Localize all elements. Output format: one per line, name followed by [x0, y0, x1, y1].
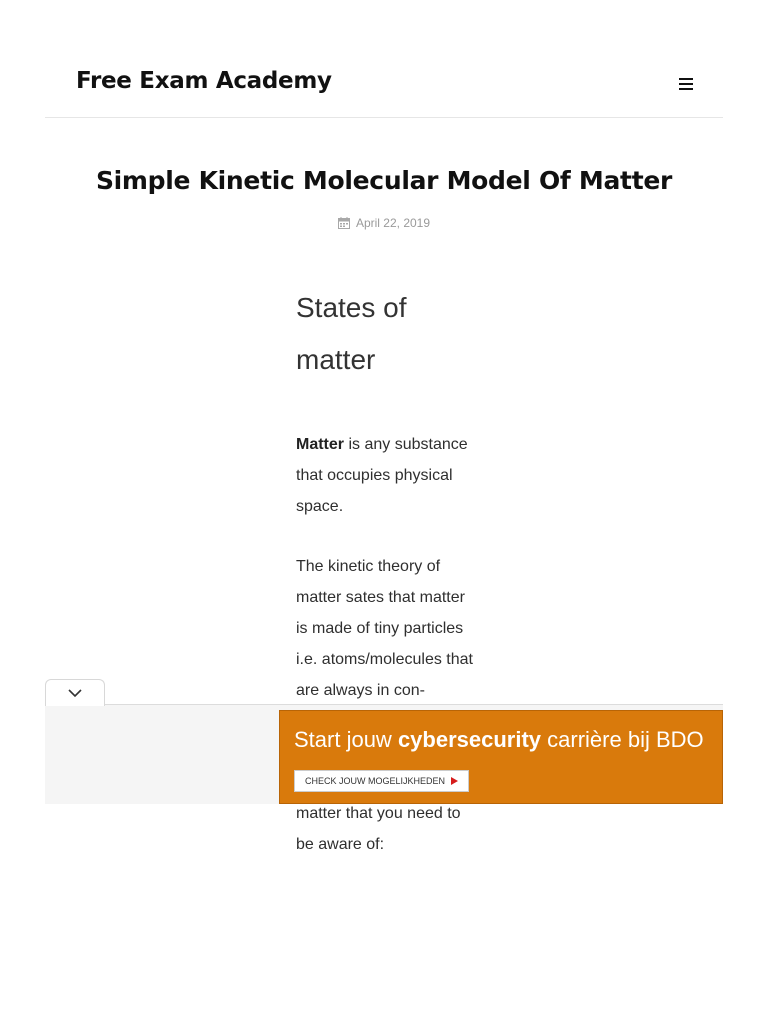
- ad-cta-label: CHECK JOUW MOGELIJKHEDEN: [305, 776, 446, 786]
- heading-line-1: States of: [296, 292, 407, 323]
- paragraph-kinetic-theory: The kinetic theory of matter sates that …: [296, 558, 473, 699]
- ad-headline-pre: Start jouw: [294, 727, 398, 752]
- play-arrow-icon: [451, 777, 459, 785]
- header-divider: [45, 117, 723, 118]
- section-heading: States of matter: [296, 282, 446, 386]
- ad-banner[interactable]: Start jouw cybersecurity carrière bij BD…: [279, 710, 723, 804]
- site-title[interactable]: Free Exam Academy: [76, 68, 332, 94]
- hamburger-icon: [679, 78, 693, 90]
- ad-headline: Start jouw cybersecurity carrière bij BD…: [294, 727, 704, 753]
- ad-collapse-toggle[interactable]: [45, 679, 105, 706]
- heading-line-2: matter: [296, 344, 376, 375]
- post-date-text: April 22, 2019: [355, 216, 431, 230]
- ad-cta-button[interactable]: CHECK JOUW MOGELIJKHEDEN: [294, 770, 470, 792]
- matter-term: Matter: [296, 436, 345, 453]
- article-body: States of matter Matter is any substance…: [296, 282, 486, 853]
- menu-button[interactable]: [676, 72, 696, 96]
- chevron-down-icon: [68, 688, 82, 697]
- paragraph-matter-definition: Matter is any substance that occupies ph…: [296, 429, 476, 522]
- post-title: Simple Kinetic Molecular Model Of Matter: [95, 166, 673, 195]
- ad-headline-bold: cybersecurity: [397, 727, 542, 752]
- paragraph-continuation: matter that you need to be aware of:: [296, 805, 461, 853]
- ad-headline-post: carrière bij BDO: [541, 727, 704, 752]
- post-date: April 22, 2019: [0, 216, 768, 230]
- calendar-icon: [337, 217, 350, 229]
